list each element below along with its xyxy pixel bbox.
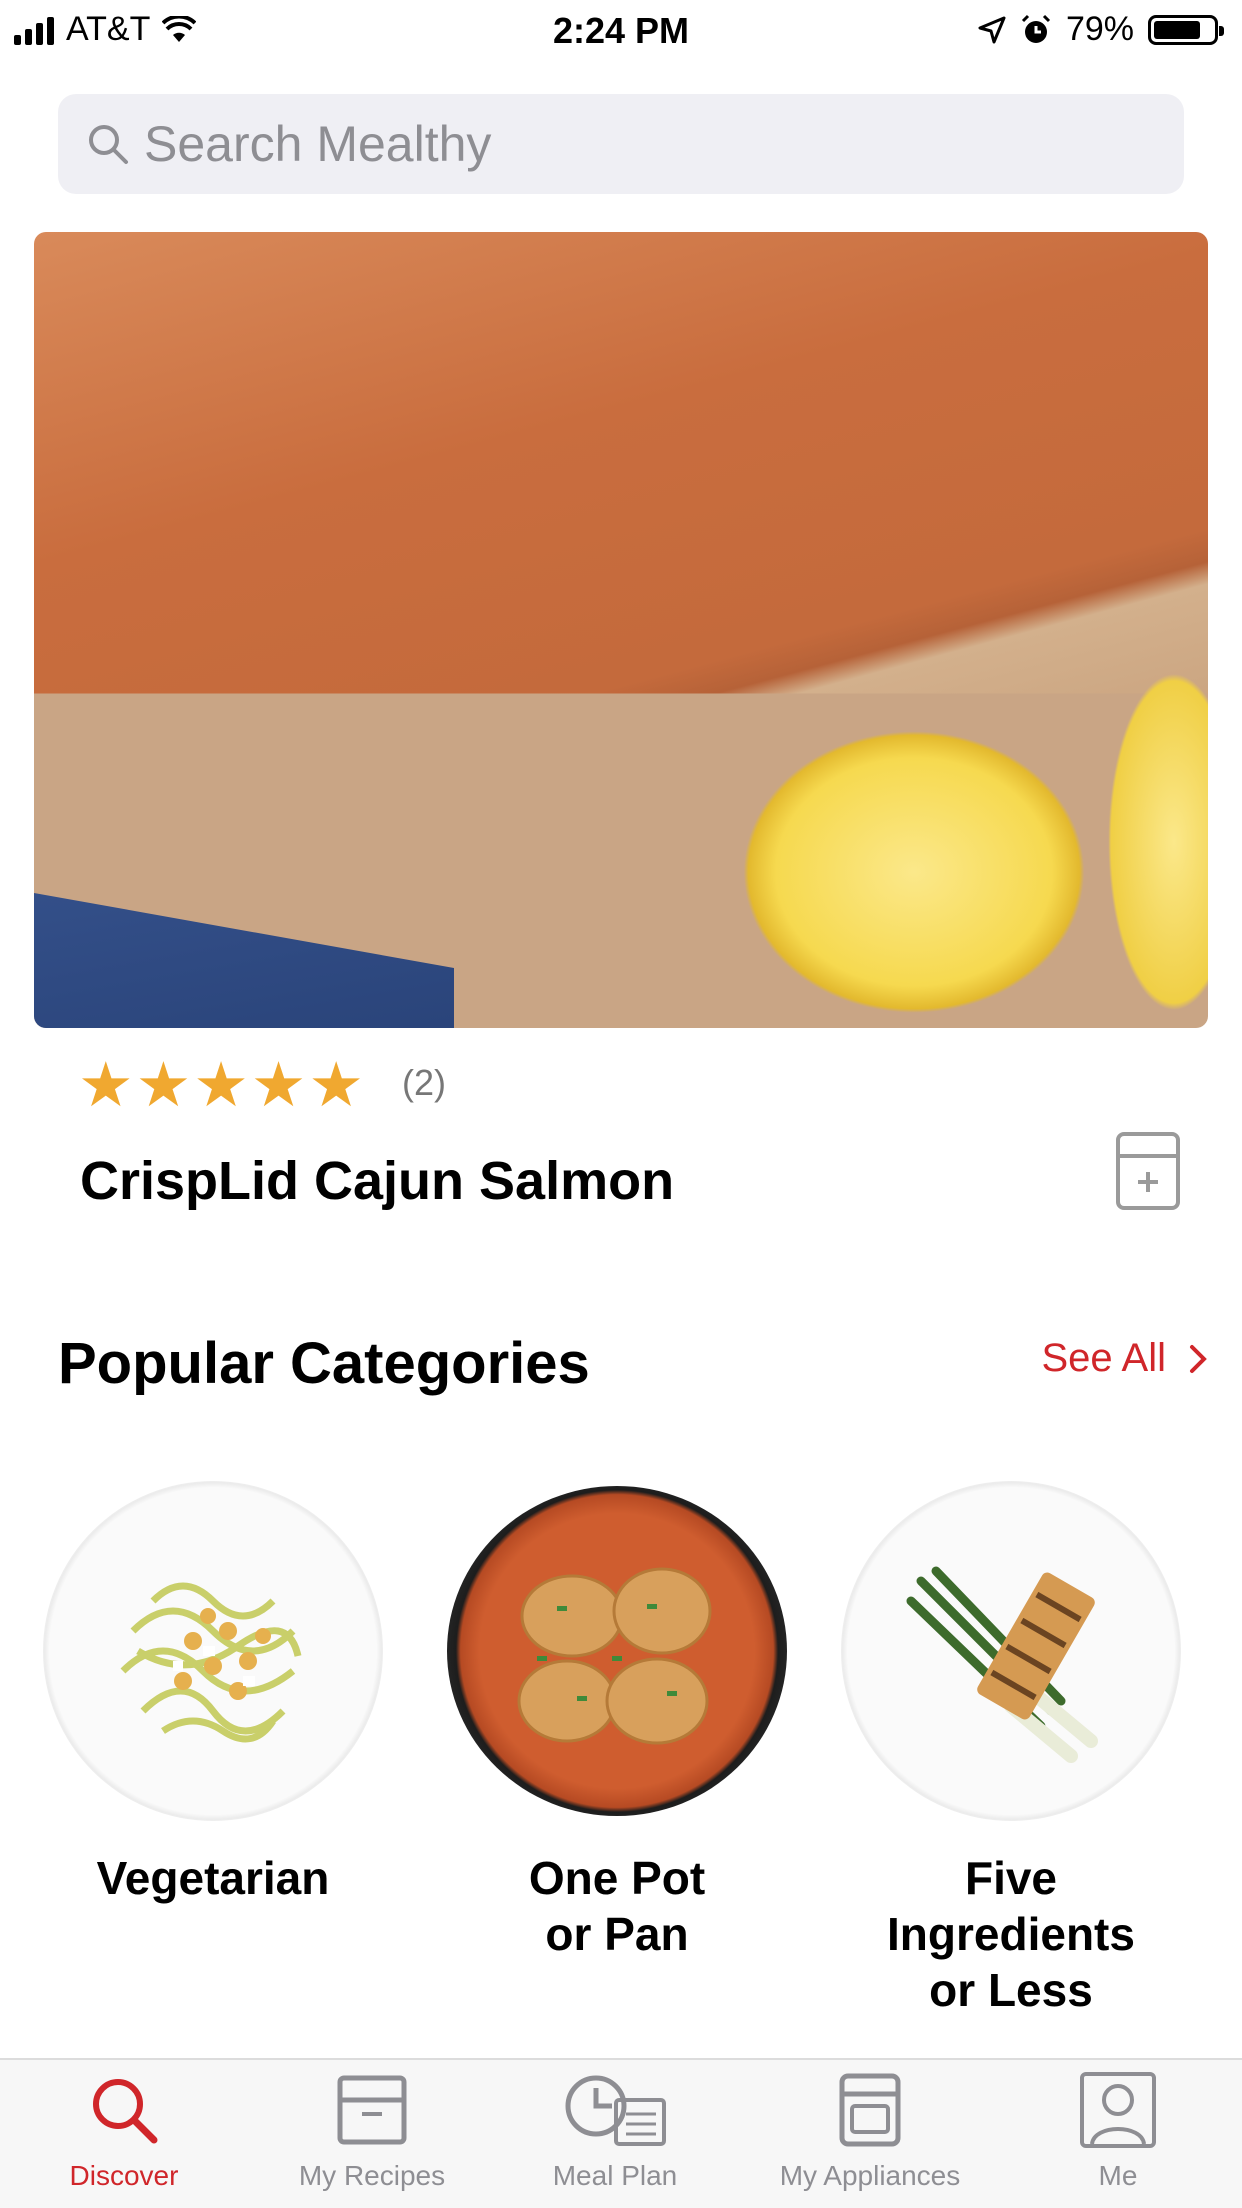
hero-cloth-detail	[34, 893, 454, 1028]
category-card-five-ingredients[interactable]: Five Ingredients or Less	[836, 1476, 1186, 2018]
alarm-icon	[1021, 14, 1050, 43]
category-card-vegetarian[interactable]: Vegetarian	[38, 1476, 388, 1906]
see-all-link[interactable]: See All	[1041, 1336, 1208, 1381]
featured-recipe-image[interactable]	[34, 232, 1208, 1028]
category-label-line: One Pot	[528, 1852, 706, 1904]
search-placeholder: Search Mealthy	[144, 116, 492, 172]
tab-label: My Recipes	[298, 2160, 446, 2191]
category-image-one-pot	[442, 1476, 792, 1826]
chevron-right-icon	[1190, 1344, 1207, 1373]
category-label: One Pot or Pan	[442, 1850, 792, 1962]
see-all-label: See All	[1041, 1336, 1166, 1380]
recipe-box-icon	[337, 2075, 407, 2145]
appliance-icon	[839, 2073, 901, 2147]
status-bar: AT&T 2:24 PM 79%	[0, 0, 1242, 60]
category-label-line: Five	[964, 1852, 1058, 1904]
category-label: Five Ingredients or Less	[836, 1850, 1186, 2018]
star-icon: ★	[135, 1051, 192, 1120]
category-label: Vegetarian	[38, 1850, 388, 1906]
search-input[interactable]: Search Mealthy	[58, 94, 1184, 194]
featured-recipe-title[interactable]: CrispLid Cajun Salmon	[80, 1150, 674, 1212]
location-icon	[978, 16, 1006, 43]
tab-label: My Appliances	[779, 2160, 961, 2191]
category-card-one-pot[interactable]: One Pot or Pan	[442, 1476, 792, 1962]
tab-my-recipes[interactable]: My Recipes	[272, 2070, 472, 2192]
tab-my-appliances[interactable]: My Appliances	[770, 2070, 970, 2192]
category-label-line: or Less	[929, 1964, 1093, 2016]
tab-label: Discover	[69, 2160, 179, 2191]
tab-label: Meal Plan	[552, 2160, 678, 2191]
star-icon: ★	[308, 1051, 364, 1120]
category-label-line: Ingredients	[887, 1908, 1135, 1960]
category-label-line: or Pan	[545, 1908, 689, 1960]
add-to-recipe-box-icon[interactable]	[1114, 1130, 1182, 1212]
star-icon: ★	[250, 1051, 307, 1120]
category-label-line: Vegetarian	[96, 1852, 330, 1904]
battery-percent: 79%	[1065, 10, 1134, 48]
tab-label: Me	[1098, 2160, 1138, 2191]
search-icon	[89, 125, 128, 164]
tab-meal-plan[interactable]: Meal Plan	[515, 2070, 715, 2192]
clock-list-icon	[565, 2075, 666, 2146]
tab-discover[interactable]: Discover	[24, 2070, 224, 2192]
rating-count: (2)	[402, 1062, 446, 1103]
tab-me[interactable]: Me	[1018, 2070, 1218, 2192]
bottom-tab-bar: Discover My Recipes Meal Plan My Applian…	[0, 2058, 1242, 2208]
profile-icon	[1080, 2072, 1156, 2148]
status-right: 79%	[978, 10, 1224, 49]
star-icon: ★	[78, 1051, 134, 1120]
category-image-five-ingredients	[836, 1476, 1186, 1826]
popular-categories-heading: Popular Categories	[58, 1331, 590, 1396]
rating-stars-icon: ★ ★ ★ ★ ★	[78, 1051, 364, 1120]
star-icon: ★	[193, 1051, 249, 1120]
search-icon	[93, 2079, 158, 2144]
category-image-vegetarian	[38, 1476, 388, 1826]
battery-icon	[1148, 14, 1224, 45]
